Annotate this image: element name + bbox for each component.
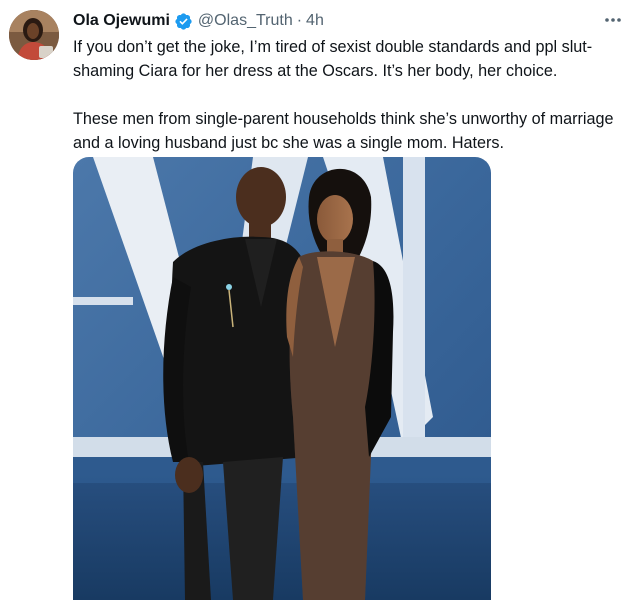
author-avatar[interactable] (9, 10, 59, 60)
avatar-photo (9, 10, 59, 60)
tweet-header: Ola Ojewumi @Olas_Truth · 4h (73, 10, 324, 32)
red-carpet-photo (73, 157, 491, 600)
verified-badge-icon (174, 12, 193, 31)
separator-dot: · (296, 12, 303, 29)
author-name[interactable]: Ola Ojewumi (73, 12, 170, 30)
tweet-paragraph: If you don’t get the joke, I’m tired of … (73, 38, 593, 80)
tweet-paragraph: These men from single-parent households … (73, 110, 614, 152)
tweet-text: If you don’t get the joke, I’m tired of … (73, 35, 625, 155)
tweet-timestamp[interactable]: 4h (306, 12, 324, 30)
more-options-icon[interactable] (600, 8, 626, 32)
author-handle[interactable]: @Olas_Truth (198, 12, 293, 30)
tweet-card: Ola Ojewumi @Olas_Truth · 4h If you don’… (0, 0, 632, 600)
tweet-photo[interactable] (73, 157, 491, 600)
